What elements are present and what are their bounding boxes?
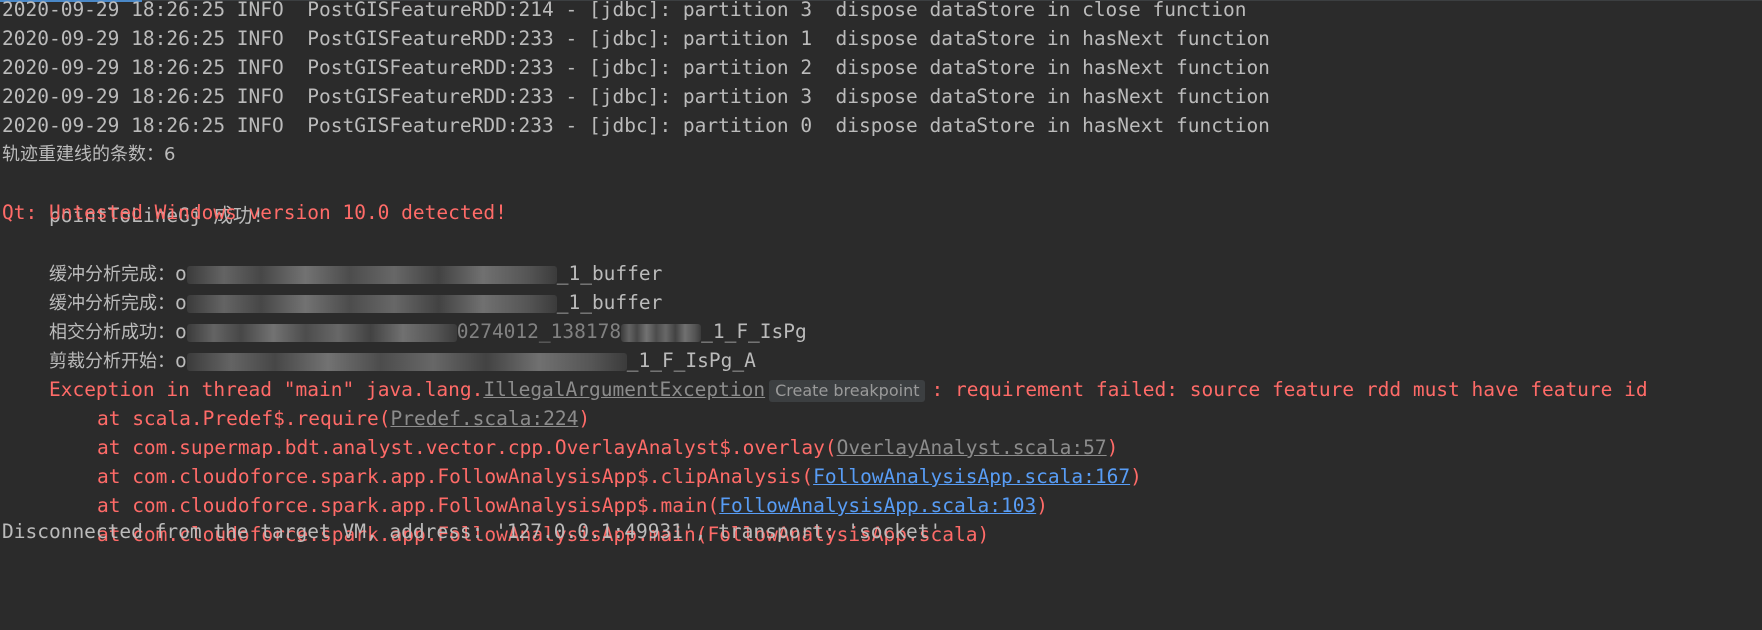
log-line: 2020-09-29 18:26:25 INFO PostGISFeatureR… xyxy=(2,27,1270,50)
stack-frame-close: ) xyxy=(1036,494,1048,517)
qt-warning-line: Qt: Untested Windows version 10.0 detect… xyxy=(2,201,507,224)
stack-frame: at com.supermap.bdt.analyst.vector.cpp.O… xyxy=(2,400,1118,459)
log-line: 2020-09-29 18:26:25 INFO PostGISFeatureR… xyxy=(2,85,1270,108)
exception-message: : requirement failed: source feature rdd… xyxy=(931,378,1648,401)
log-line: 2020-09-29 18:26:25 INFO PostGISFeatureR… xyxy=(2,56,1270,79)
analysis-line: 缓冲分析完成：o _1_buffer xyxy=(2,255,662,314)
stack-frame: at com.cloudoforce.spark.app.FollowAnaly… xyxy=(2,487,989,546)
track-count-line: 轨迹重建线的条数：6 xyxy=(2,144,176,165)
create-breakpoint-button[interactable]: Create breakpoint xyxy=(769,379,926,402)
stack-frame: at com.cloudoforce.spark.app.FollowAnaly… xyxy=(2,458,1048,517)
analysis-line: 缓冲分析完成：o _1_buffer xyxy=(2,226,662,285)
disconnected-line: Disconnected from the target VM, address… xyxy=(2,520,942,543)
success-line: pointToLineGj 成功! xyxy=(2,168,264,227)
stack-frame: at com.cloudoforce.spark.app.FollowAnaly… xyxy=(2,429,1142,488)
log-line: 2020-09-29 18:26:25 INFO PostGISFeatureR… xyxy=(2,114,1270,137)
analysis-line: 相交分析成功：o 0274012_138178 _1_F_IsPg xyxy=(2,284,807,343)
stack-frame-close: ) xyxy=(1130,465,1142,488)
analysis-line: 剪裁分析开始：o _1_F_IsPg_A xyxy=(2,313,756,372)
console-output[interactable]: 2020-09-29 18:26:25 INFO PostGISFeatureR… xyxy=(0,0,1762,630)
stack-frame: at scala.Predef$.require(Predef.scala:22… xyxy=(2,371,590,430)
exception-line: Exception in thread "main" java.lang.Ill… xyxy=(2,342,1648,402)
